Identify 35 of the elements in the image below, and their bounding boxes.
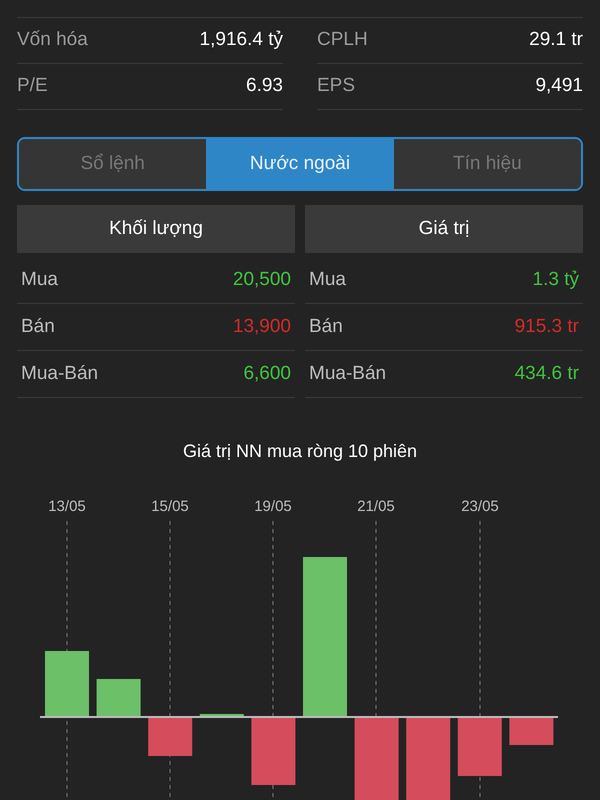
row-value: 434.6 tr — [514, 362, 579, 386]
bar — [96, 679, 141, 716]
stat-value: 9,491 — [535, 74, 583, 98]
row-label: Mua-Bán — [309, 362, 386, 386]
stat-value: 6.93 — [246, 74, 283, 98]
bar — [148, 718, 192, 756]
stat-value: 29.1 tr — [529, 28, 583, 52]
tab[interactable]: Nước ngoài — [206, 139, 394, 189]
date-label: 15/05 — [151, 498, 189, 515]
row-label: Bán — [309, 314, 343, 339]
bar — [251, 718, 296, 785]
row-value: 1.3 tỷ — [532, 268, 579, 292]
stat-value: 1,916.4 tỷ — [200, 28, 283, 52]
stat-label: EPS — [317, 74, 356, 98]
bar — [509, 718, 554, 745]
date-label: 13/05 — [48, 498, 86, 515]
bar — [458, 718, 502, 776]
row-label: Bán — [21, 314, 55, 339]
row-label: Mua — [21, 268, 58, 292]
row-value: 20,500 — [232, 268, 291, 292]
row-value: 13,900 — [232, 314, 291, 339]
bar — [45, 651, 89, 716]
stat-label: P/E — [17, 74, 48, 98]
row-value: 6,600 — [243, 362, 291, 386]
stat-label: CPLH — [317, 28, 368, 52]
row-label: Mua-Bán — [21, 362, 98, 386]
date-label: 23/05 — [461, 498, 499, 515]
chart-title: Giá trị NN mua ròng 10 phiên — [182, 440, 418, 463]
row-label: Mua — [309, 268, 346, 292]
column-header: Khối lượng — [17, 205, 295, 253]
date-label: 21/05 — [357, 498, 395, 515]
column-header: Giá trị — [305, 205, 583, 253]
date-label: 19/05 — [254, 498, 292, 515]
row-value: 915.3 tr — [514, 314, 579, 339]
stat-label: Vốn hóa — [17, 28, 88, 52]
